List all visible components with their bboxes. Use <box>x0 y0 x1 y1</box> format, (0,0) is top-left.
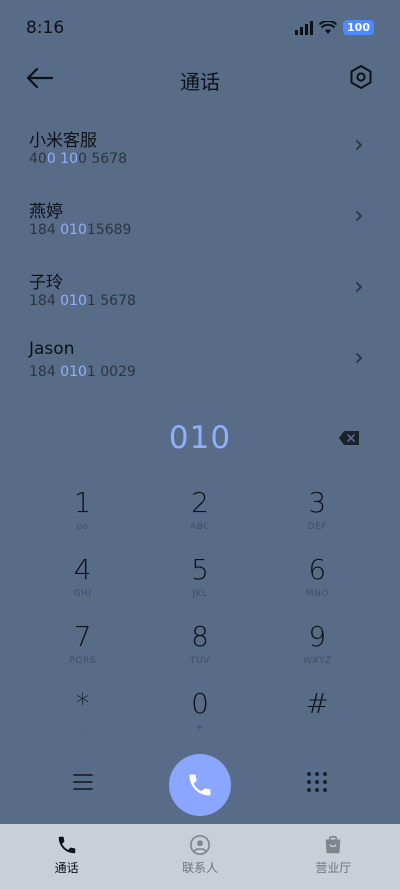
key-digit: 2 <box>191 486 209 519</box>
key-5[interactable]: 5 JKL <box>141 553 258 620</box>
contact-number: 184 0101 0029 <box>29 364 136 380</box>
key-letters: TUV <box>190 656 210 666</box>
settings-icon[interactable] <box>348 64 374 90</box>
key-star[interactable]: *, <box>24 687 141 754</box>
key-8[interactable]: 8 TUV <box>141 620 258 687</box>
status-icons: 100 <box>295 20 374 35</box>
status-time: 8:16 <box>26 18 65 38</box>
key-digit: # <box>305 687 330 720</box>
key-letters: GHI <box>73 589 92 599</box>
store-icon <box>325 835 341 854</box>
key-digit: 8 <box>191 620 209 653</box>
contact-number: 184 01015689 <box>29 222 131 238</box>
dialer-actions <box>0 754 400 816</box>
number-suffix: 1 5678 <box>86 293 136 309</box>
key-letters: + <box>195 723 205 733</box>
key-2[interactable]: 2 ABC <box>141 486 258 553</box>
backspace-icon[interactable] <box>338 430 360 446</box>
chevron-right-icon[interactable] <box>354 138 364 152</box>
chevron-right-icon[interactable] <box>354 209 364 223</box>
call-button[interactable] <box>169 754 231 816</box>
contact-name: 燕婷 <box>29 202 63 222</box>
key-letters: oo <box>76 522 89 532</box>
keypad-grid-icon[interactable] <box>306 771 328 793</box>
contacts-icon <box>189 835 210 855</box>
key-letters: PQRS <box>69 656 96 666</box>
bottom-nav: 通话 联系人 营业厅 <box>0 824 400 889</box>
contact-number: 184 0101 5678 <box>29 293 136 309</box>
number-prefix: 184 <box>29 293 61 309</box>
key-digit: 7 <box>73 620 92 653</box>
key-digit: 3 <box>308 486 327 519</box>
key-letters: , <box>80 723 85 733</box>
key-digit: 1 <box>73 486 92 519</box>
nav-item-store[interactable]: 营业厅 <box>267 824 400 889</box>
key-hash[interactable]: # <box>259 687 376 754</box>
dial-keypad: 1 oo 2 ABC 3 DEF 4 GHI 5 JKL 6 MNO 7 PQRS 8 TUV … <box>24 486 376 754</box>
number-match: 010 <box>60 222 87 238</box>
key-digit: 4 <box>73 553 92 586</box>
contact-name: 子玲 <box>29 273 63 293</box>
key-3[interactable]: 3 DEF <box>259 486 376 553</box>
key-letters: JKL <box>192 589 208 599</box>
key-digit: 0 <box>191 687 209 720</box>
contact-item[interactable]: 小米客服 400 100 5678 <box>0 114 400 185</box>
signal-icon <box>295 20 314 35</box>
contact-item[interactable]: 子玲 184 0101 5678 <box>0 256 400 327</box>
key-0[interactable]: 0 + <box>141 687 258 754</box>
contact-list: 小米客服 400 100 5678 燕婷 184 01015689 子玲 184… <box>0 114 400 398</box>
key-digit: * <box>75 687 90 720</box>
key-letters: MNO <box>305 589 329 599</box>
nav-label: 联系人 <box>181 861 218 875</box>
phone-icon <box>58 836 75 854</box>
status-bar: 8:16 100 <box>0 0 400 56</box>
number-match: 010 <box>60 364 87 380</box>
key-4[interactable]: 4 GHI <box>24 553 141 620</box>
key-letters: WXYZ <box>302 656 332 666</box>
contact-item[interactable]: 燕婷 184 01015689 <box>0 185 400 256</box>
menu-icon[interactable] <box>72 772 94 792</box>
contact-name: Jason <box>29 339 75 359</box>
key-letters: ABC <box>190 522 210 532</box>
wifi-icon <box>319 20 338 34</box>
key-7[interactable]: 7 PQRS <box>24 620 141 687</box>
key-6[interactable]: 6 MNO <box>259 553 376 620</box>
key-9[interactable]: 9 WXYZ <box>259 620 376 687</box>
number-prefix: 184 <box>29 222 61 238</box>
contact-item[interactable]: Jason 184 0101 0029 <box>0 327 400 398</box>
nav-label: 营业厅 <box>315 861 352 875</box>
number-suffix: 0 5678 <box>78 151 127 167</box>
number-prefix: 184 <box>29 364 61 380</box>
page-title: 通话 <box>180 70 220 94</box>
number-match: 0 10 <box>46 151 78 167</box>
header: 通话 <box>0 56 400 100</box>
key-1[interactable]: 1 oo <box>24 486 141 553</box>
key-digit: 9 <box>308 620 327 653</box>
chevron-right-icon[interactable] <box>354 280 364 294</box>
key-letters: DEF <box>307 522 327 532</box>
nav-label: 通话 <box>54 861 79 875</box>
dial-display: 010 <box>0 418 400 462</box>
contact-number: 400 100 5678 <box>29 151 127 167</box>
key-digit: 5 <box>191 553 209 586</box>
nav-item-contacts[interactable]: 联系人 <box>133 824 266 889</box>
number-match: 010 <box>60 293 87 309</box>
number-prefix: 40 <box>29 151 47 167</box>
number-suffix: 15689 <box>86 222 132 238</box>
number-suffix: 1 0029 <box>86 364 136 380</box>
battery-icon: 100 <box>343 20 374 35</box>
key-digit: 6 <box>308 553 327 586</box>
phone-icon <box>189 774 211 796</box>
nav-item-calls[interactable]: 通话 <box>0 824 133 889</box>
contact-name: 小米客服 <box>29 131 97 151</box>
chevron-right-icon[interactable] <box>354 351 364 365</box>
